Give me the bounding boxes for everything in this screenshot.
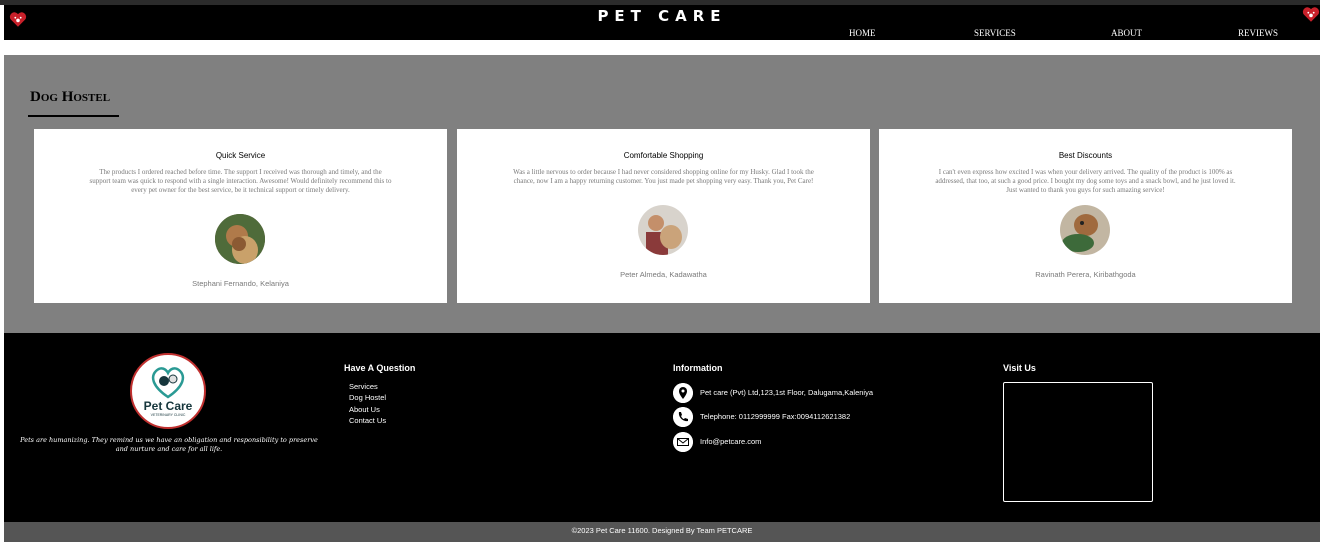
information-heading: Information bbox=[673, 363, 723, 373]
footer-logo-text: Pet Care bbox=[143, 399, 193, 413]
site-header: PET CARE HOME SERVICES ABOUT REVIEWS bbox=[4, 5, 1320, 40]
review-title: Comfortable Shopping bbox=[623, 151, 704, 160]
email-text[interactable]: Info@petcare.com bbox=[700, 437, 761, 446]
phone-text: Telephone: 0112999999 Fax:0094112621382 bbox=[700, 412, 851, 421]
review-author: Stephani Fernando, Kelaniya bbox=[192, 279, 289, 288]
address-text: Pet care (Pvt) Ltd,123,1st Floor, Daluga… bbox=[700, 388, 874, 397]
header-spacer bbox=[4, 40, 1320, 55]
footer-tagline: Pets are humanizing. They remind us we h… bbox=[20, 436, 318, 453]
reviewer-avatar bbox=[215, 214, 265, 264]
nav-reviews[interactable]: REVIEWS bbox=[1238, 28, 1278, 38]
reviewer-avatar bbox=[1060, 205, 1110, 255]
map-embed[interactable] bbox=[1003, 382, 1153, 502]
review-title: Quick Service bbox=[215, 151, 266, 160]
location-pin-icon bbox=[673, 383, 693, 403]
footer-link-contact-us[interactable]: Contact Us bbox=[349, 416, 386, 425]
footer-logo[interactable]: Pet Care VETERINARY CLINIC bbox=[130, 353, 206, 429]
site-title: PET CARE bbox=[597, 7, 727, 25]
visit-us-heading: Visit Us bbox=[1003, 363, 1036, 373]
review-text: I can't even express how excited I was w… bbox=[935, 168, 1236, 194]
phone-icon bbox=[673, 407, 693, 427]
question-heading: Have A Question bbox=[344, 363, 416, 373]
copyright-bar: ©2023 Pet Care 11600. Designed By Team P… bbox=[4, 522, 1320, 542]
footer-link-dog-hostel[interactable]: Dog Hostel bbox=[349, 393, 386, 402]
review-author: Peter Almeda, Kadawatha bbox=[620, 270, 707, 279]
review-card: Best Discounts I can't even express how … bbox=[879, 129, 1292, 303]
nav-home[interactable]: HOME bbox=[849, 28, 876, 38]
reviews-section: Dog Hostel Quick Service The products I … bbox=[4, 55, 1320, 333]
section-underline bbox=[28, 115, 119, 117]
review-card: Quick Service The products I ordered rea… bbox=[34, 129, 447, 303]
review-text: Was a little nervous to order because I … bbox=[513, 168, 814, 185]
reviewer-avatar bbox=[638, 205, 688, 255]
review-card: Comfortable Shopping Was a little nervou… bbox=[457, 129, 870, 303]
pet-care-logo-icon bbox=[151, 367, 185, 399]
footer-link-services[interactable]: Services bbox=[349, 382, 378, 391]
heart-paw-logo-icon[interactable] bbox=[1302, 6, 1320, 23]
footer-logo-subtitle: VETERINARY CLINIC bbox=[150, 413, 186, 417]
main-nav: HOME SERVICES ABOUT REVIEWS bbox=[4, 28, 1320, 40]
review-title: Best Discounts bbox=[1058, 151, 1113, 160]
nav-services[interactable]: SERVICES bbox=[974, 28, 1016, 38]
site-footer: Pet Care VETERINARY CLINIC Pets are huma… bbox=[4, 333, 1320, 522]
footer-link-about-us[interactable]: About Us bbox=[349, 405, 380, 414]
review-text: The products I ordered reached before ti… bbox=[89, 168, 392, 194]
envelope-icon bbox=[673, 432, 693, 452]
review-author: Ravinath Perera, Kiribathgoda bbox=[1035, 270, 1136, 279]
nav-about[interactable]: ABOUT bbox=[1111, 28, 1142, 38]
section-title: Dog Hostel bbox=[30, 89, 111, 105]
